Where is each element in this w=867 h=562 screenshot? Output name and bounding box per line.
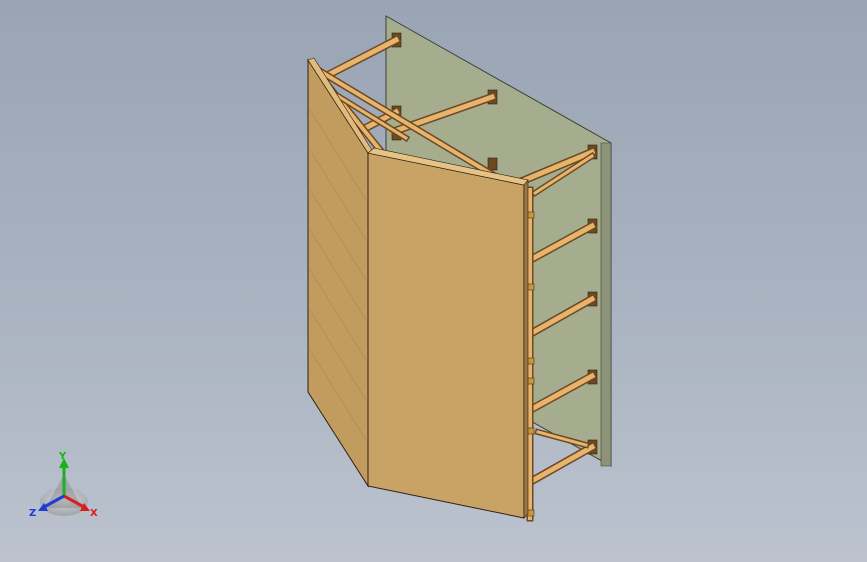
z-axis-label: Z — [29, 508, 36, 519]
y-axis-label: Y — [58, 451, 67, 462]
x-axis-label: X — [90, 508, 98, 519]
orientation-triad[interactable]: Y X Z — [0, 0, 867, 562]
graphics-viewport[interactable]: Y X Z — [0, 0, 867, 562]
